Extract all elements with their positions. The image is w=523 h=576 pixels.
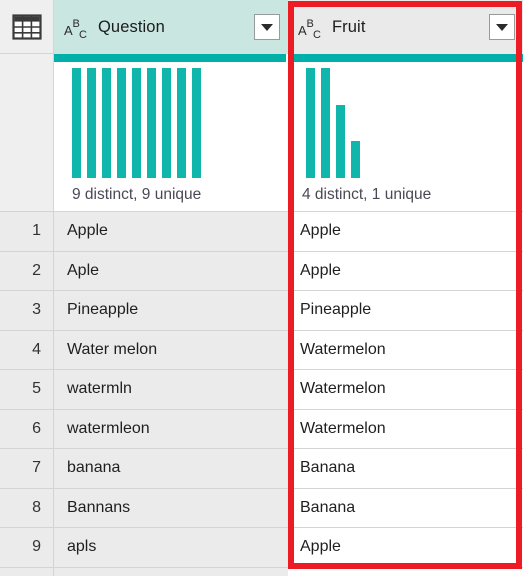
table-row[interactable]: 6 watermleon Watermelon — [0, 409, 523, 449]
cell-question[interactable]: Bannans — [54, 488, 288, 528]
cell-fruit[interactable]: Apple — [288, 528, 523, 568]
svg-text:C: C — [79, 29, 87, 40]
row-number[interactable]: 4 — [0, 330, 54, 370]
table-row[interactable]: 2 Aple Apple — [0, 251, 523, 291]
row-number[interactable]: 6 — [0, 409, 54, 449]
column-header-question[interactable]: A B C Question — [54, 0, 288, 54]
cell-fruit[interactable]: Pineapple — [288, 291, 523, 331]
chevron-down-icon — [496, 23, 508, 31]
table-row[interactable]: 9 apls Apple — [0, 528, 523, 568]
column-header-row: A B C Question A B C Fruit — [0, 0, 523, 54]
table-row[interactable]: 8 Bannans Banana — [0, 488, 523, 528]
cell-fruit[interactable]: Banana — [288, 449, 523, 489]
quality-bar-fruit[interactable] — [288, 54, 523, 62]
row-number[interactable]: 8 — [0, 488, 54, 528]
column-distribution-row: 9 distinct, 9 unique 4 distinct, 1 uniqu… — [0, 62, 523, 212]
abc-text-type-icon: A B C — [298, 18, 321, 40]
cell-fruit[interactable]: Apple — [288, 251, 523, 291]
distribution-bar — [306, 68, 315, 178]
table-grid-icon — [11, 13, 42, 40]
distribution-bar — [147, 68, 156, 178]
cell-fruit[interactable]: Watermelon — [288, 370, 523, 410]
distribution-bar — [102, 68, 111, 178]
column-title-fruit: Fruit — [332, 17, 366, 36]
cell-fruit[interactable]: Apple — [288, 212, 523, 252]
row-number[interactable]: 1 — [0, 212, 54, 252]
chevron-down-icon — [261, 23, 273, 31]
distribution-bar — [162, 68, 171, 178]
cell-question-partial — [54, 567, 288, 576]
cell-question[interactable]: Aple — [54, 251, 288, 291]
data-grid: 1 Apple Apple 2 Aple Apple 3 Pineapple Pineapple… — [0, 212, 523, 576]
distribution-bar — [321, 68, 330, 178]
column-filter-dropdown-fruit[interactable] — [489, 14, 515, 40]
svg-text:C: C — [313, 29, 321, 40]
row-number[interactable]: 3 — [0, 291, 54, 331]
cell-question[interactable]: watermln — [54, 370, 288, 410]
distribution-bar — [87, 68, 96, 178]
value-distribution-chart-fruit — [306, 68, 523, 178]
select-all-corner-cell[interactable] — [0, 0, 54, 54]
distribution-bar — [192, 68, 201, 178]
cell-fruit[interactable]: Banana — [288, 488, 523, 528]
cell-fruit[interactable]: Watermelon — [288, 409, 523, 449]
cell-question[interactable]: watermleon — [54, 409, 288, 449]
table-row-partial — [0, 567, 523, 576]
column-title-question: Question — [98, 17, 165, 36]
abc-text-type-icon: A B C — [64, 18, 87, 40]
table-row[interactable]: 5 watermln Watermelon — [0, 370, 523, 410]
quality-bar-spacer — [0, 54, 54, 62]
column-quality-bar-row — [0, 54, 523, 62]
cell-question[interactable]: Apple — [54, 212, 288, 252]
column-filter-dropdown-question[interactable] — [254, 14, 280, 40]
cell-question[interactable]: apls — [54, 528, 288, 568]
column-header-fruit[interactable]: A B C Fruit — [288, 0, 523, 54]
distribution-bar — [351, 141, 360, 178]
distribution-bar — [117, 68, 126, 178]
column-profile-question: 9 distinct, 9 unique — [54, 62, 288, 212]
distribution-bar — [72, 68, 81, 178]
distribution-bar — [132, 68, 141, 178]
table-row[interactable]: 4 Water melon Watermelon — [0, 330, 523, 370]
quality-bar-question[interactable] — [54, 54, 288, 62]
distribution-bar — [336, 104, 345, 178]
distribution-spacer — [0, 62, 54, 212]
query-editor-preview: A B C Question A B C Fruit 9 distinct, 9… — [0, 0, 523, 576]
table-row[interactable]: 7 banana Banana — [0, 449, 523, 489]
cell-fruit-partial — [288, 567, 523, 576]
value-distribution-chart-question — [72, 68, 288, 178]
table-row[interactable]: 1 Apple Apple — [0, 212, 523, 252]
row-number[interactable]: 7 — [0, 449, 54, 489]
distribution-bar — [177, 68, 186, 178]
row-number[interactable]: 2 — [0, 251, 54, 291]
row-number-partial — [0, 567, 54, 576]
distinct-unique-stats-question: 9 distinct, 9 unique — [72, 186, 202, 203]
cell-fruit[interactable]: Watermelon — [288, 330, 523, 370]
cell-question[interactable]: Water melon — [54, 330, 288, 370]
distinct-unique-stats-fruit: 4 distinct, 1 unique — [302, 186, 432, 203]
row-number[interactable]: 9 — [0, 528, 54, 568]
cell-question[interactable]: banana — [54, 449, 288, 489]
row-number[interactable]: 5 — [0, 370, 54, 410]
cell-question[interactable]: Pineapple — [54, 291, 288, 331]
column-profile-fruit: 4 distinct, 1 unique — [288, 62, 523, 212]
table-row[interactable]: 3 Pineapple Pineapple — [0, 291, 523, 331]
